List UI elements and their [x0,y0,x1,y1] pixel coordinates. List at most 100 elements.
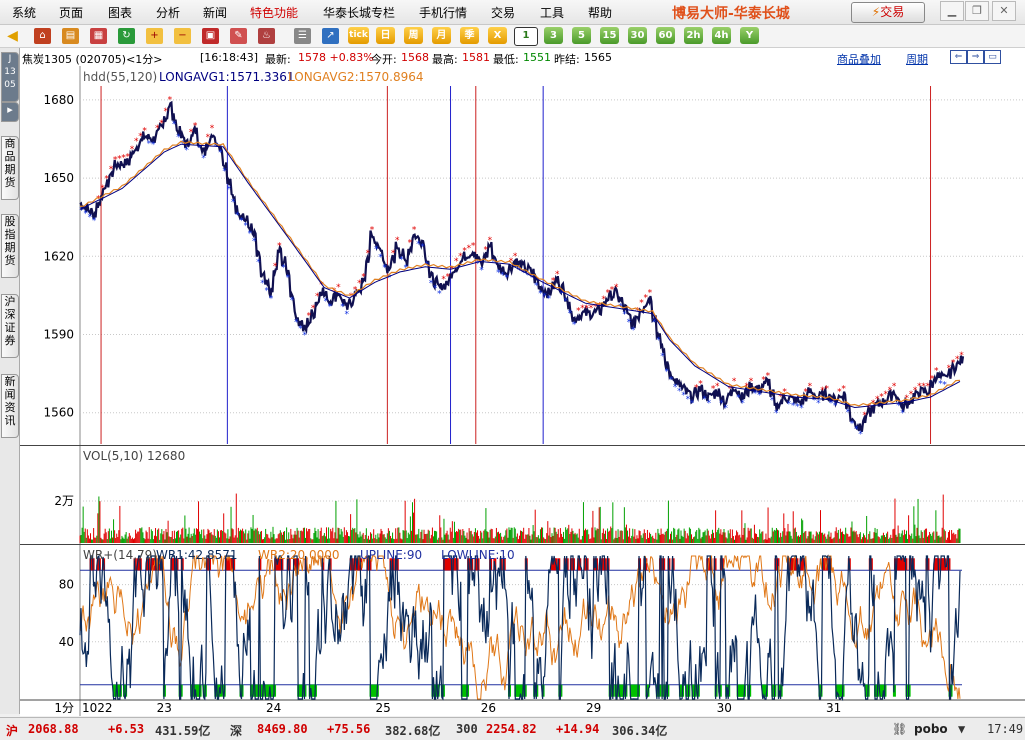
trade-button-label: 交易 [880,5,905,19]
menu-huatai-column[interactable]: 华泰长城专栏 [323,4,395,21]
price-marker: * [555,270,560,280]
home-icon[interactable]: ⌂ [34,28,51,44]
contract-code-tab[interactable]: J 13 05 [1,52,19,102]
period-year[interactable]: Y [740,27,759,44]
menu-mobile-quotes[interactable]: 手机行情 [419,4,467,21]
period-2h[interactable]: 2h [684,27,703,44]
layout-icon[interactable]: ▭ [984,50,1001,64]
alarm-icon[interactable]: ♨ [258,28,275,44]
price-marker: * [201,154,206,164]
menu-analysis[interactable]: 分析 [156,4,180,21]
price-marker: * [479,266,484,276]
window-icon[interactable]: ▣ [202,28,219,44]
price-marker: * [437,289,442,299]
price-marker: * [227,185,232,195]
period-tick[interactable]: tick [348,27,369,44]
price-marker: * [231,198,236,208]
price-marker: * [345,310,350,320]
last-value: 1578 +0.83% [298,51,374,64]
period-day[interactable]: 日 [376,27,395,44]
price-marker: * [483,245,488,255]
tab-commodity-futures[interactable]: 商品期货 [1,136,19,200]
kline-chart[interactable]: 16801650162015901560* * * ****** * * ****** ***… [20,66,1025,716]
notebook-icon[interactable]: ▤ [62,28,79,44]
line-chart-icon[interactable]: ↗ [322,28,339,44]
menu-system[interactable]: 系统 [12,4,36,21]
period-3min[interactable]: 3 [544,27,563,44]
menu-special-features[interactable]: 特色功能 [250,4,298,21]
menu-tools[interactable]: 工具 [540,4,564,21]
pencil-icon[interactable]: ✎ [230,28,247,44]
expand-arrow-icon[interactable]: ▸ [1,102,19,122]
left-tab-strip: J 13 05 ▸ 商品期货 股指期货 沪深证券 新闻资讯 [0,48,20,714]
price-marker: * [185,146,190,156]
price-marker: * [142,127,147,137]
price-marker: * [715,382,720,392]
minimize-button[interactable]: ▁ [940,1,964,21]
menu-chart[interactable]: 图表 [108,4,132,21]
trade-button[interactable]: ⚡交易 [851,2,925,23]
price-marker: * [846,408,851,418]
close-button[interactable]: ✕ [992,1,1016,21]
zoom-in-icon[interactable]: + [146,28,163,44]
price-marker: * [614,283,619,293]
y-tick-label: 1620 [43,249,74,263]
period-season[interactable]: 季 [460,27,479,44]
sh-index: 2068.88 [28,722,79,736]
scroll-left-icon[interactable]: ⇐ [950,50,967,64]
refresh-icon[interactable]: ↻ [118,28,135,44]
price-marker: * [656,336,661,346]
price-marker: * [163,107,168,117]
table-icon[interactable]: ☰ [294,28,311,44]
wr-y-tick: 40 [59,635,74,649]
calendar-icon[interactable]: ▦ [90,28,107,44]
price-marker: * [774,409,779,419]
overlay-link[interactable]: 商品叠加 [837,51,881,67]
price-marker: * [290,296,295,306]
lowline-label: LOWLINE:10 [441,548,515,562]
chart-area: 1680 1650 1620 1590 1560 * * * * * * * * * * * * * * * * * * * *… [20,66,1025,716]
high-value: 1581 [462,51,490,64]
price-marker: * [391,249,396,259]
price-marker: * [100,184,105,194]
price-marker: * [841,385,846,395]
period-1min[interactable]: 1 [514,27,538,46]
tab-news[interactable]: 新闻资讯 [1,374,19,438]
menu-help[interactable]: 帮助 [588,4,612,21]
longavg2-label: LONGAVG2:1570.8964 [288,70,424,84]
period-x[interactable]: X [488,27,507,44]
x-tick-label: 23 [157,701,172,715]
zoom-out-icon[interactable]: − [174,28,191,44]
tab-securities[interactable]: 沪深证券 [1,294,19,358]
price-marker: * [740,399,745,409]
period-15min[interactable]: 15 [600,27,619,44]
wr-label: WR+(14,79) [83,548,157,562]
prev-settle-value: 1565 [584,51,612,64]
open-label: 今开: [371,53,397,66]
period-link[interactable]: 周期 [906,51,928,67]
period-30min[interactable]: 30 [628,27,647,44]
price-marker: * [749,377,754,387]
price-marker: * [420,242,425,252]
period-60min[interactable]: 60 [656,27,675,44]
back-arrow-icon[interactable]: ◀ [4,28,21,44]
period-4h[interactable]: 4h [712,27,731,44]
menu-trade[interactable]: 交易 [491,4,515,21]
tab-index-futures[interactable]: 股指期货 [1,214,19,278]
price-marker: * [934,366,939,376]
price-marker: * [690,399,695,409]
price-marker: * [648,288,653,298]
price-marker: * [382,263,387,273]
period-5min[interactable]: 5 [572,27,591,44]
price-marker: * [252,237,257,247]
price-marker: * [572,321,577,331]
price-marker: * [766,372,771,382]
restore-button[interactable]: ❐ [965,1,989,21]
wr2-label: WR2:20.0000 [258,548,340,562]
scroll-right-icon[interactable]: ⇒ [967,50,984,64]
price-marker: * [723,404,728,414]
period-week[interactable]: 周 [404,27,423,44]
period-month[interactable]: 月 [432,27,451,44]
menu-page[interactable]: 页面 [59,4,83,21]
menu-news[interactable]: 新闻 [203,4,227,21]
